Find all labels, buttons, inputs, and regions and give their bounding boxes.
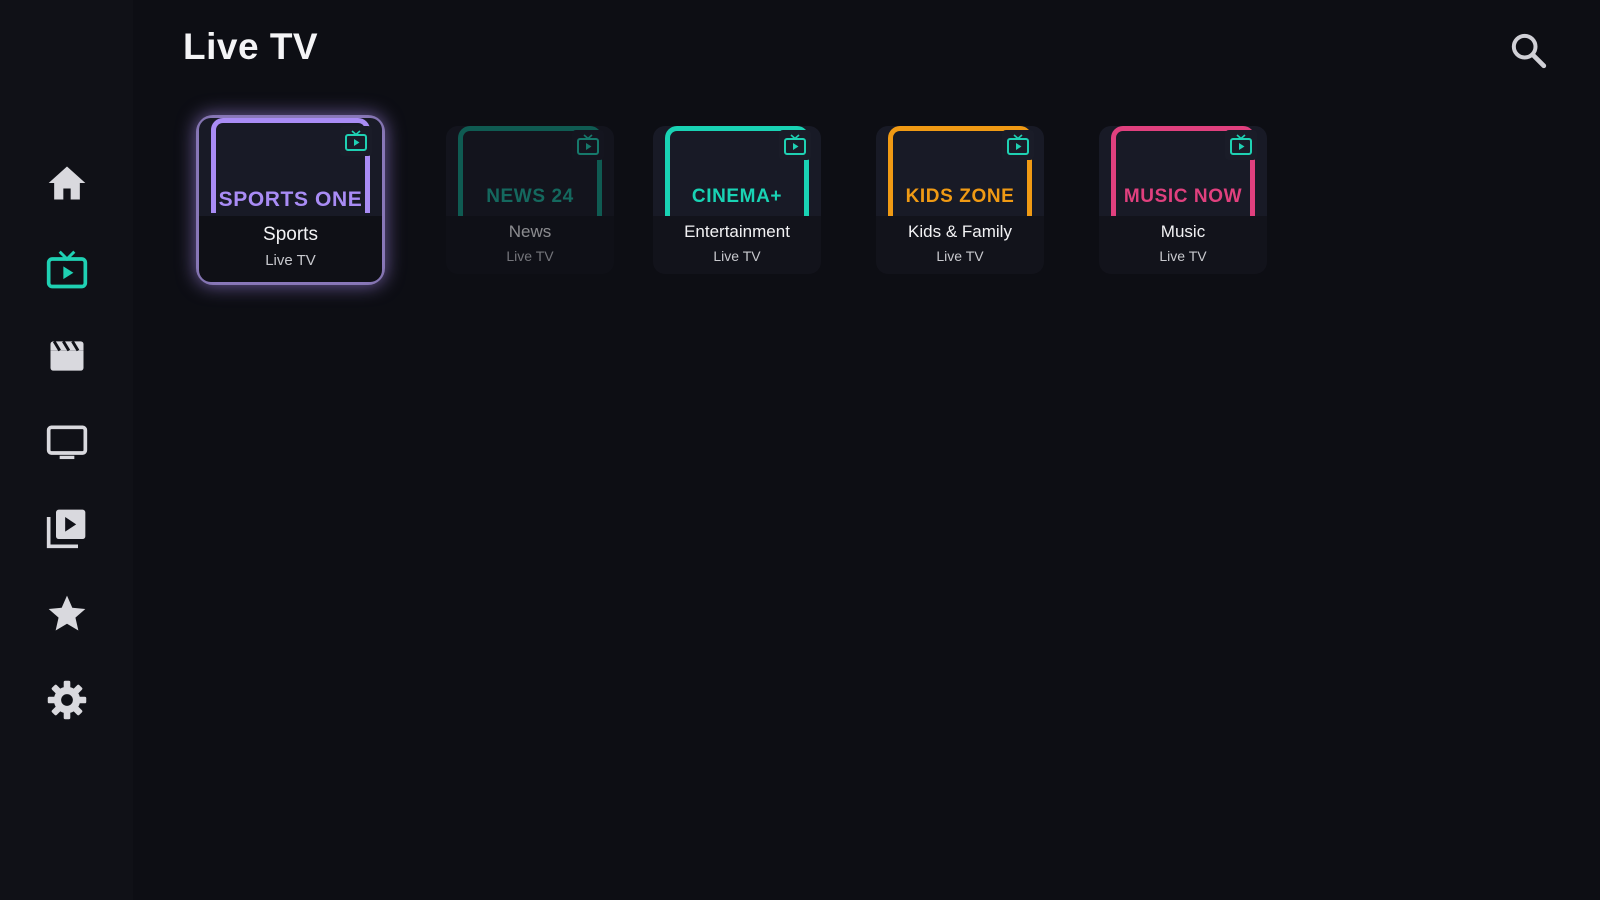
- channel-card-sports-one[interactable]: SPORTS ONE Sports Live TV: [199, 118, 382, 282]
- live-tv-screen: Live TV SPORTS ONE Sports Live TV NEWS 2…: [0, 0, 1600, 900]
- live-tv-icon: [784, 134, 806, 155]
- channel-subtitle: Live TV: [936, 248, 984, 264]
- channel-info: Sports Live TV: [199, 216, 382, 282]
- home-icon: [48, 166, 86, 200]
- channel-card-cinema-plus[interactable]: CINEMA+ Entertainment Live TV: [653, 126, 821, 274]
- tv-shows-icon: [46, 425, 88, 460]
- live-tv-icon: [345, 130, 367, 151]
- search-button[interactable]: [1508, 30, 1548, 70]
- search-icon: [1511, 33, 1547, 69]
- nav-settings[interactable]: [43, 676, 91, 724]
- channel-card-music-now[interactable]: MUSIC NOW Music Live TV: [1099, 126, 1267, 274]
- channel-subtitle: Live TV: [713, 248, 761, 264]
- nav-movies[interactable]: [43, 332, 91, 380]
- channel-info: Entertainment Live TV: [653, 216, 821, 274]
- live-badge: [340, 126, 372, 156]
- live-badge: [1225, 130, 1257, 160]
- settings-icon: [47, 680, 87, 720]
- channel-brand: MUSIC NOW: [1123, 186, 1243, 207]
- nav-favorites[interactable]: [43, 590, 91, 638]
- channel-logo-area: KIDS ZONE: [876, 126, 1044, 226]
- channel-logo-area: MUSIC NOW: [1099, 126, 1267, 226]
- live-badge: [779, 130, 811, 160]
- channel-logo-area: CINEMA+: [653, 126, 821, 226]
- channel-logo-area: SPORTS ONE: [199, 118, 382, 218]
- channel-brand: CINEMA+: [691, 186, 783, 207]
- channel-card-news-24[interactable]: NEWS 24 News Live TV: [446, 126, 614, 274]
- live-tv-icon: [46, 250, 88, 289]
- channel-brand: SPORTS ONE: [218, 188, 363, 211]
- channel-logo-area: NEWS 24: [446, 126, 614, 226]
- nav-playlist[interactable]: [43, 504, 91, 552]
- channel-brand: NEWS 24: [486, 186, 574, 207]
- channel-card-kids-zone[interactable]: KIDS ZONE Kids & Family Live TV: [876, 126, 1044, 274]
- nav-tv-shows[interactable]: [43, 418, 91, 466]
- channel-subtitle: Live TV: [506, 248, 554, 264]
- channel-genre: Kids & Family: [908, 222, 1012, 241]
- live-badge: [572, 130, 604, 160]
- page-title: Live TV: [183, 26, 319, 67]
- playlist-icon: [46, 509, 86, 549]
- favorites-icon: [48, 595, 86, 631]
- channel-subtitle: Live TV: [1159, 248, 1207, 264]
- movies-icon: [50, 340, 84, 371]
- channel-info: News Live TV: [446, 216, 614, 274]
- channel-genre: Entertainment: [684, 222, 790, 241]
- channel-genre: Music: [1160, 222, 1206, 241]
- channel-brand: KIDS ZONE: [905, 186, 1015, 207]
- sidebar: [0, 0, 133, 900]
- channel-genre: News: [508, 222, 552, 241]
- channel-info: Kids & Family Live TV: [876, 216, 1044, 274]
- live-tv-icon: [1230, 134, 1252, 155]
- nav-home[interactable]: [43, 159, 91, 207]
- channel-genre: Sports: [263, 224, 318, 245]
- channel-subtitle: Live TV: [265, 252, 316, 269]
- nav-live-tv[interactable]: [43, 246, 91, 294]
- live-tv-icon: [1007, 134, 1029, 155]
- channel-info: Music Live TV: [1099, 216, 1267, 274]
- live-badge: [1002, 130, 1034, 160]
- live-tv-icon: [577, 134, 599, 155]
